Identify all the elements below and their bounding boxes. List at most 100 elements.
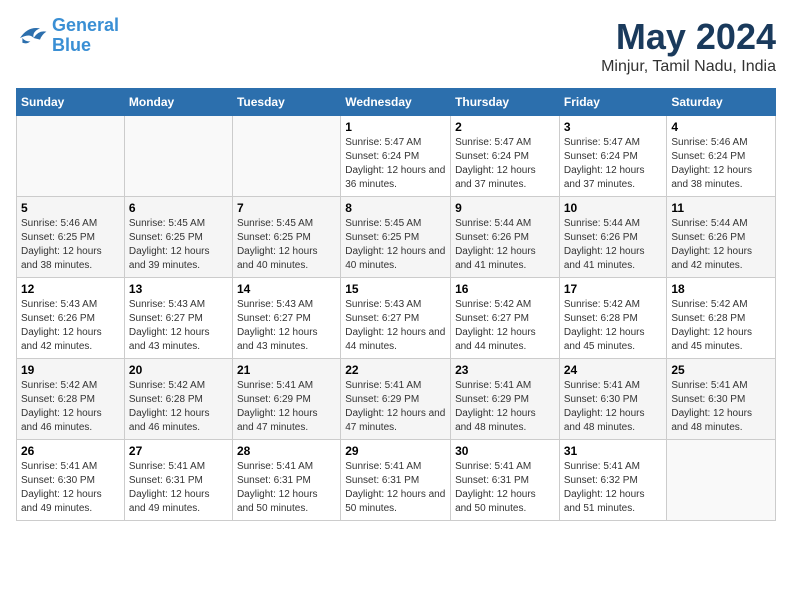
day-number: 12 xyxy=(21,282,120,296)
day-number: 13 xyxy=(129,282,228,296)
day-info: Sunrise: 5:46 AMSunset: 6:25 PMDaylight:… xyxy=(21,217,120,273)
day-number: 8 xyxy=(345,201,446,215)
calendar-table: SundayMondayTuesdayWednesdayThursdayFrid… xyxy=(16,88,776,521)
day-info: Sunrise: 5:45 AMSunset: 6:25 PMDaylight:… xyxy=(129,217,228,273)
day-info: Sunrise: 5:42 AMSunset: 6:28 PMDaylight:… xyxy=(671,298,771,354)
day-info: Sunrise: 5:41 AMSunset: 6:31 PMDaylight:… xyxy=(455,460,555,516)
weekday-header-friday: Friday xyxy=(559,89,667,116)
calendar-cell: 2 Sunrise: 5:47 AMSunset: 6:24 PMDaylight… xyxy=(451,116,560,197)
day-number: 11 xyxy=(671,201,771,215)
calendar-cell: 5 Sunrise: 5:46 AMSunset: 6:25 PMDaylight… xyxy=(17,197,125,278)
day-number: 1 xyxy=(345,120,446,134)
calendar-cell: 27 Sunrise: 5:41 AMSunset: 6:31 PMDayligh… xyxy=(124,440,232,521)
day-number: 30 xyxy=(455,444,555,458)
calendar-cell: 15Sunrise: 5:43 AMSunset: 6:27 PMDayligh… xyxy=(341,278,451,359)
calendar-cell: 28Sunrise: 5:41 AMSunset: 6:31 PMDayligh… xyxy=(232,440,340,521)
day-number: 14 xyxy=(237,282,336,296)
calendar-cell xyxy=(667,440,776,521)
calendar-cell: 1 Sunrise: 5:47 AMSunset: 6:24 PMDaylight… xyxy=(341,116,451,197)
day-info: Sunrise: 5:44 AMSunset: 6:26 PMDaylight:… xyxy=(564,217,663,273)
day-info: Sunrise: 5:41 AMSunset: 6:30 PMDaylight:… xyxy=(564,379,663,435)
day-info: Sunrise: 5:41 AMSunset: 6:31 PMDaylight:… xyxy=(237,460,336,516)
day-number: 15 xyxy=(345,282,446,296)
day-info: Sunrise: 5:47 AMSunset: 6:24 PMDaylight:… xyxy=(564,136,663,192)
day-info: Sunrise: 5:42 AMSunset: 6:28 PMDaylight:… xyxy=(129,379,228,435)
day-info: Sunrise: 5:41 AMSunset: 6:30 PMDaylight:… xyxy=(671,379,771,435)
day-number: 29 xyxy=(345,444,446,458)
day-info: Sunrise: 5:47 AMSunset: 6:24 PMDaylight:… xyxy=(455,136,555,192)
week-row-2: 5 Sunrise: 5:46 AMSunset: 6:25 PMDaylight… xyxy=(17,197,776,278)
day-number: 5 xyxy=(21,201,120,215)
calendar-cell: 14 Sunrise: 5:43 AMSunset: 6:27 PMDayligh… xyxy=(232,278,340,359)
calendar-cell: 25 Sunrise: 5:41 AMSunset: 6:30 PMDayligh… xyxy=(667,359,776,440)
day-number: 9 xyxy=(455,201,555,215)
week-row-1: 1 Sunrise: 5:47 AMSunset: 6:24 PMDaylight… xyxy=(17,116,776,197)
day-number: 10 xyxy=(564,201,663,215)
day-number: 24 xyxy=(564,363,663,377)
calendar-cell: 10 Sunrise: 5:44 AMSunset: 6:26 PMDayligh… xyxy=(559,197,667,278)
day-number: 20 xyxy=(129,363,228,377)
day-info: Sunrise: 5:41 AMSunset: 6:31 PMDaylight:… xyxy=(129,460,228,516)
logo-icon xyxy=(16,22,48,50)
title-section: May 2024 Minjur, Tamil Nadu, India xyxy=(601,16,776,76)
day-info: Sunrise: 5:43 AMSunset: 6:26 PMDaylight:… xyxy=(21,298,120,354)
subtitle: Minjur, Tamil Nadu, India xyxy=(601,58,776,76)
calendar-cell: 11 Sunrise: 5:44 AMSunset: 6:26 PMDayligh… xyxy=(667,197,776,278)
page-header: General Blue May 2024 Minjur, Tamil Nadu… xyxy=(16,16,776,76)
logo-text-block: General Blue xyxy=(52,16,119,56)
day-number: 6 xyxy=(129,201,228,215)
day-info: Sunrise: 5:43 AMSunset: 6:27 PMDaylight:… xyxy=(237,298,336,354)
day-number: 21 xyxy=(237,363,336,377)
day-info: Sunrise: 5:44 AMSunset: 6:26 PMDaylight:… xyxy=(455,217,555,273)
main-title: May 2024 xyxy=(601,16,776,58)
day-number: 27 xyxy=(129,444,228,458)
day-info: Sunrise: 5:41 AMSunset: 6:30 PMDaylight:… xyxy=(21,460,120,516)
week-row-5: 26 Sunrise: 5:41 AMSunset: 6:30 PMDayligh… xyxy=(17,440,776,521)
calendar-cell xyxy=(124,116,232,197)
day-info: Sunrise: 5:41 AMSunset: 6:32 PMDaylight:… xyxy=(564,460,663,516)
calendar-cell: 6 Sunrise: 5:45 AMSunset: 6:25 PMDaylight… xyxy=(124,197,232,278)
day-number: 19 xyxy=(21,363,120,377)
logo-line2: Blue xyxy=(52,35,91,55)
day-number: 25 xyxy=(671,363,771,377)
day-number: 7 xyxy=(237,201,336,215)
day-number: 2 xyxy=(455,120,555,134)
day-number: 23 xyxy=(455,363,555,377)
calendar-cell: 19 Sunrise: 5:42 AMSunset: 6:28 PMDayligh… xyxy=(17,359,125,440)
weekday-header-saturday: Saturday xyxy=(667,89,776,116)
day-number: 26 xyxy=(21,444,120,458)
calendar-cell: 7 Sunrise: 5:45 AMSunset: 6:25 PMDaylight… xyxy=(232,197,340,278)
week-row-3: 12 Sunrise: 5:43 AMSunset: 6:26 PMDayligh… xyxy=(17,278,776,359)
calendar-cell: 4 Sunrise: 5:46 AMSunset: 6:24 PMDaylight… xyxy=(667,116,776,197)
day-info: Sunrise: 5:42 AMSunset: 6:28 PMDaylight:… xyxy=(21,379,120,435)
calendar-cell: 21Sunrise: 5:41 AMSunset: 6:29 PMDayligh… xyxy=(232,359,340,440)
day-info: Sunrise: 5:43 AMSunset: 6:27 PMDaylight:… xyxy=(129,298,228,354)
day-info: Sunrise: 5:44 AMSunset: 6:26 PMDaylight:… xyxy=(671,217,771,273)
weekday-header-tuesday: Tuesday xyxy=(232,89,340,116)
weekday-header-row: SundayMondayTuesdayWednesdayThursdayFrid… xyxy=(17,89,776,116)
calendar-cell: 9 Sunrise: 5:44 AMSunset: 6:26 PMDaylight… xyxy=(451,197,560,278)
calendar-cell xyxy=(232,116,340,197)
day-info: Sunrise: 5:45 AMSunset: 6:25 PMDaylight:… xyxy=(345,217,446,273)
calendar-cell: 23 Sunrise: 5:41 AMSunset: 6:29 PMDayligh… xyxy=(451,359,560,440)
logo-line1: General xyxy=(52,15,119,35)
day-info: Sunrise: 5:47 AMSunset: 6:24 PMDaylight:… xyxy=(345,136,446,192)
day-info: Sunrise: 5:46 AMSunset: 6:24 PMDaylight:… xyxy=(671,136,771,192)
day-info: Sunrise: 5:41 AMSunset: 6:29 PMDaylight:… xyxy=(455,379,555,435)
calendar-cell: 22Sunrise: 5:41 AMSunset: 6:29 PMDayligh… xyxy=(341,359,451,440)
calendar-cell: 3 Sunrise: 5:47 AMSunset: 6:24 PMDaylight… xyxy=(559,116,667,197)
calendar-cell: 12 Sunrise: 5:43 AMSunset: 6:26 PMDayligh… xyxy=(17,278,125,359)
day-number: 4 xyxy=(671,120,771,134)
day-number: 18 xyxy=(671,282,771,296)
day-info: Sunrise: 5:42 AMSunset: 6:28 PMDaylight:… xyxy=(564,298,663,354)
week-row-4: 19 Sunrise: 5:42 AMSunset: 6:28 PMDayligh… xyxy=(17,359,776,440)
day-number: 16 xyxy=(455,282,555,296)
calendar-cell: 26 Sunrise: 5:41 AMSunset: 6:30 PMDayligh… xyxy=(17,440,125,521)
day-number: 22 xyxy=(345,363,446,377)
day-number: 3 xyxy=(564,120,663,134)
day-info: Sunrise: 5:45 AMSunset: 6:25 PMDaylight:… xyxy=(237,217,336,273)
calendar-cell: 13 Sunrise: 5:43 AMSunset: 6:27 PMDayligh… xyxy=(124,278,232,359)
weekday-header-thursday: Thursday xyxy=(451,89,560,116)
calendar-cell: 31Sunrise: 5:41 AMSunset: 6:32 PMDayligh… xyxy=(559,440,667,521)
calendar-cell: 24 Sunrise: 5:41 AMSunset: 6:30 PMDayligh… xyxy=(559,359,667,440)
